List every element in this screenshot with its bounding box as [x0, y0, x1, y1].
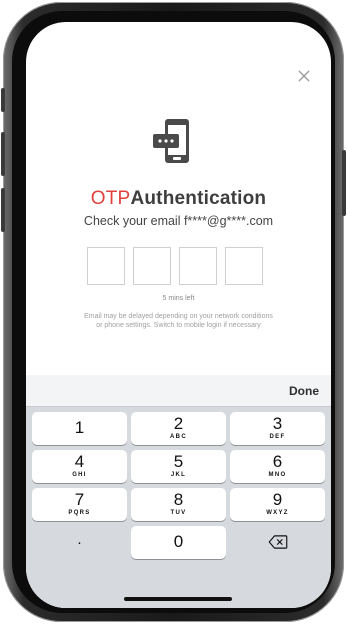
title-otp: OTP	[90, 188, 131, 209]
key-digit: 1	[74, 418, 85, 437]
otp-input-row	[87, 247, 263, 285]
key-digit: 7	[74, 490, 85, 509]
stage: OTPAuthentication Check your email f****…	[0, 0, 347, 626]
backspace-key[interactable]	[230, 526, 325, 559]
close-icon[interactable]	[296, 68, 312, 84]
key-digit: .	[77, 531, 82, 548]
key-6[interactable]: 6 MNO	[230, 450, 325, 483]
otp-digit-1[interactable]	[87, 247, 125, 285]
key-letters: ABC	[170, 434, 187, 440]
countdown-timer: 5 mins left	[162, 295, 195, 302]
key-9[interactable]: 9 WXYZ	[230, 488, 325, 521]
key-digit: 9	[272, 490, 283, 509]
key-letters: MNO	[268, 472, 287, 478]
key-digit: 3	[272, 414, 283, 433]
side-button-volume-up	[1, 132, 5, 176]
key-5[interactable]: 5 JKL	[131, 450, 226, 483]
key-2[interactable]: 2 ABC	[131, 412, 226, 445]
otp-digit-2[interactable]	[133, 247, 171, 285]
title-authentication: Authentication	[130, 188, 267, 209]
email-hint: Check your email f****@g****.com	[83, 214, 274, 228]
key-digit: 8	[173, 490, 184, 509]
home-indicator[interactable]	[124, 597, 232, 601]
key-letters: JKL	[170, 472, 187, 478]
key-digit: 0	[173, 532, 184, 551]
otp-digit-4[interactable]	[225, 247, 263, 285]
key-7[interactable]: 7 PQRS	[32, 488, 127, 521]
key-letters: WXYZ	[266, 510, 289, 516]
key-digit: 5	[173, 452, 184, 471]
key-0[interactable]: 0	[131, 526, 226, 559]
key-4[interactable]: 4 GHI	[32, 450, 127, 483]
notice-line-1: Email may be delayed depending on your n…	[84, 313, 273, 320]
done-button[interactable]: Done	[289, 384, 319, 398]
key-8[interactable]: 8 TUV	[131, 488, 226, 521]
backspace-icon	[268, 535, 287, 549]
key-digit: 4	[74, 452, 85, 471]
otp-digit-3[interactable]	[179, 247, 217, 285]
side-button-power	[342, 150, 346, 216]
phone-screen: OTPAuthentication Check your email f****…	[26, 22, 331, 608]
key-digit: 2	[173, 414, 184, 433]
side-button-volume-down	[1, 188, 5, 232]
phone-message-icon	[153, 119, 189, 163]
delay-notice: Email may be delayed depending on your n…	[40, 312, 317, 330]
numeric-keyboard: Done 1 2 ABC 3 DEF 4 GHI 5 JKL 6 MNO 7 P…	[26, 375, 331, 608]
key-decimal[interactable]: .	[32, 526, 127, 559]
page-title: OTPAuthentication	[26, 188, 331, 210]
key-letters: TUV	[170, 510, 187, 516]
side-button-mute	[1, 88, 5, 112]
key-letters: GHI	[72, 472, 87, 478]
key-1[interactable]: 1	[32, 412, 127, 445]
keyboard-toolbar: Done	[26, 375, 331, 407]
key-3[interactable]: 3 DEF	[230, 412, 325, 445]
key-digit: 6	[272, 452, 283, 471]
notice-line-2: or phone settings. Switch to mobile logi…	[96, 322, 261, 329]
key-letters: DEF	[269, 434, 286, 440]
key-letters: PQRS	[68, 510, 91, 516]
